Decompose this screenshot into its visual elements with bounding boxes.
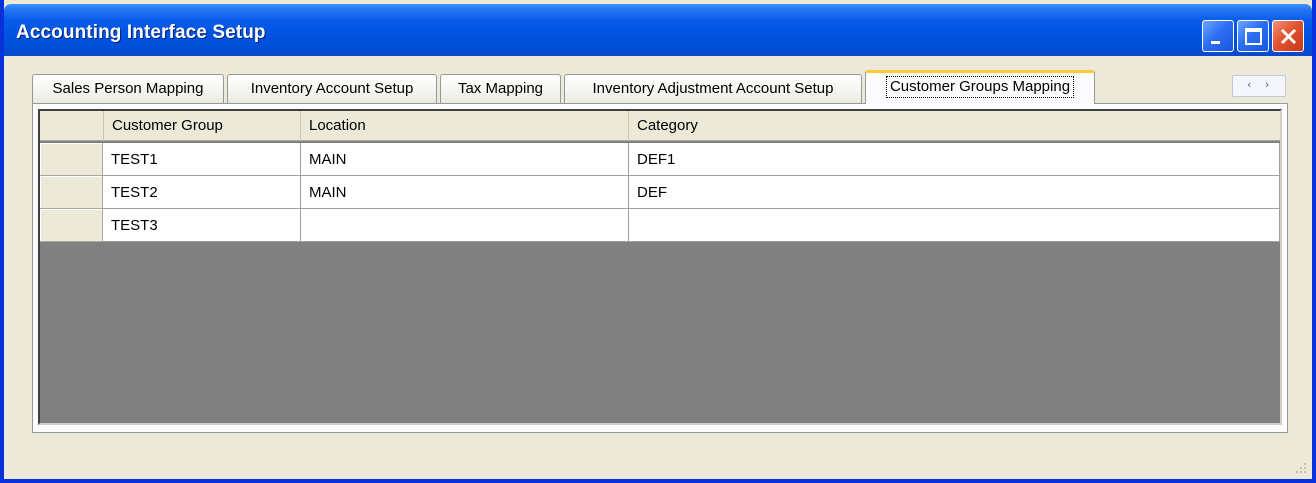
- cell-customer-group[interactable]: TEST2: [103, 176, 301, 209]
- minimize-icon: [1211, 41, 1220, 44]
- row-header[interactable]: [40, 209, 103, 242]
- tab-label: Tax Mapping: [457, 80, 544, 97]
- tab-inventory-adjustment-account-setup[interactable]: Inventory Adjustment Account Setup: [564, 74, 862, 104]
- column-header-customer-group[interactable]: Customer Group: [104, 111, 301, 141]
- maximize-button[interactable]: [1237, 20, 1269, 52]
- cell-customer-group[interactable]: TEST3: [103, 209, 301, 242]
- cell-customer-group[interactable]: TEST1: [103, 143, 301, 176]
- cell-location[interactable]: MAIN: [301, 143, 629, 176]
- maximize-icon: [1245, 28, 1262, 45]
- window-title: Accounting Interface Setup: [16, 22, 266, 43]
- cell-category[interactable]: DEF: [629, 176, 1280, 209]
- table-row[interactable]: TEST3: [40, 209, 1280, 242]
- minimize-button[interactable]: [1202, 20, 1234, 52]
- cell-location[interactable]: [301, 209, 629, 242]
- accounting-interface-setup-window: Accounting Interface Setup Sales Person …: [0, 0, 1316, 483]
- cell-category[interactable]: [629, 209, 1280, 242]
- tab-tax-mapping[interactable]: Tax Mapping: [440, 74, 561, 104]
- tab-inventory-account-setup[interactable]: Inventory Account Setup: [227, 74, 437, 104]
- grid-header: Customer Group Location Category: [40, 111, 1280, 141]
- row-header[interactable]: [40, 143, 103, 176]
- row-header[interactable]: [40, 176, 103, 209]
- tab-scroll-right-icon[interactable]: ›: [1265, 78, 1269, 91]
- tab-scroll-left-icon[interactable]: ‹: [1247, 78, 1251, 91]
- table-row[interactable]: TEST2 MAIN DEF: [40, 176, 1280, 209]
- tab-label: Inventory Adjustment Account Setup: [592, 80, 834, 97]
- cell-category[interactable]: DEF1: [629, 143, 1280, 176]
- tab-scroll-buttons: ‹ ›: [1232, 75, 1286, 97]
- column-header-category[interactable]: Category: [629, 111, 1280, 141]
- column-header-location[interactable]: Location: [301, 111, 629, 141]
- customer-groups-mapping-panel: Customer Group Location Category TEST1 M…: [32, 103, 1288, 433]
- tab-label: Inventory Account Setup: [250, 80, 414, 97]
- tab-label: Sales Person Mapping: [52, 80, 204, 97]
- table-row[interactable]: TEST1 MAIN DEF1: [40, 143, 1280, 176]
- resize-grip-icon[interactable]: [1294, 461, 1308, 475]
- tab-sales-person-mapping[interactable]: Sales Person Mapping: [32, 74, 224, 104]
- tab-label: Customer Groups Mapping: [885, 76, 1075, 98]
- customer-groups-grid[interactable]: Customer Group Location Category TEST1 M…: [38, 109, 1282, 425]
- cell-location[interactable]: MAIN: [301, 176, 629, 209]
- grid-corner-cell[interactable]: [40, 111, 104, 141]
- close-icon: [1280, 28, 1297, 45]
- close-button[interactable]: [1272, 20, 1304, 52]
- tab-customer-groups-mapping[interactable]: Customer Groups Mapping: [865, 70, 1095, 104]
- title-bar[interactable]: Accounting Interface Setup: [4, 4, 1312, 56]
